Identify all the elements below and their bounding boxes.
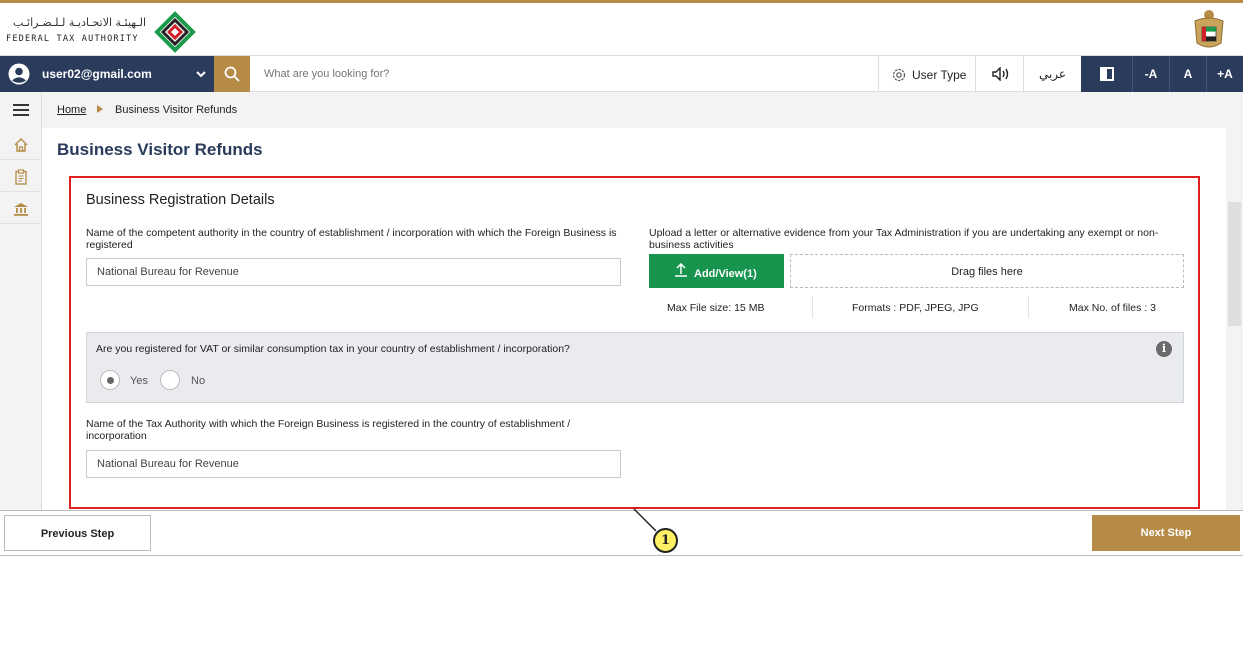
logo-english-text: FEDERAL TAX AUTHORITY bbox=[6, 34, 139, 44]
user-type-button[interactable]: User Type bbox=[878, 56, 975, 92]
font-reset-button[interactable]: A bbox=[1169, 56, 1206, 92]
user-email: user02@gmail.com bbox=[42, 67, 152, 81]
user-menu[interactable]: user02@gmail.com bbox=[0, 56, 214, 92]
rail-item-home[interactable] bbox=[0, 130, 42, 160]
vat-yes-radio[interactable] bbox=[100, 370, 120, 390]
fta-logo-icon bbox=[154, 11, 196, 53]
next-step-button[interactable]: Next Step bbox=[1092, 515, 1240, 551]
speaker-icon bbox=[992, 67, 1009, 81]
vat-question: Are you registered for VAT or similar co… bbox=[96, 343, 570, 355]
authority-label: Name of the competent authority in the c… bbox=[86, 227, 617, 251]
clipboard-icon bbox=[15, 169, 27, 185]
gear-icon bbox=[892, 68, 906, 82]
breadcrumb: Home Business Visitor Refunds bbox=[42, 92, 1243, 128]
contrast-toggle[interactable] bbox=[1081, 56, 1132, 92]
home-icon bbox=[14, 138, 28, 152]
hamburger-icon bbox=[13, 104, 29, 116]
info-icon[interactable]: i bbox=[1156, 341, 1172, 357]
upload-icon bbox=[675, 263, 687, 277]
font-decrease-button[interactable]: -A bbox=[1132, 56, 1169, 92]
authority-field[interactable]: National Bureau for Revenue bbox=[86, 258, 621, 286]
breadcrumb-current: Business Visitor Refunds bbox=[115, 104, 238, 116]
user-type-label: User Type bbox=[912, 68, 967, 82]
page-title: Business Visitor Refunds bbox=[57, 140, 263, 159]
file-formats: Formats : PDF, JPEG, JPG bbox=[852, 302, 979, 314]
bank-icon bbox=[14, 203, 28, 216]
previous-step-button[interactable]: Previous Step bbox=[4, 515, 151, 551]
left-rail bbox=[0, 92, 42, 510]
vat-no-label[interactable]: No bbox=[191, 375, 205, 387]
uae-emblem-icon bbox=[1189, 7, 1229, 55]
add-view-label: Add/View(1) bbox=[694, 268, 757, 280]
scrollbar-thumb[interactable] bbox=[1228, 202, 1241, 326]
fta-logo[interactable]: الـهيئـة الاتحـاديـة لـلـضـرائـب FEDERAL… bbox=[6, 9, 206, 53]
text-to-speech-button[interactable] bbox=[975, 56, 1023, 92]
upload-label: Upload a letter or alternative evidence … bbox=[649, 227, 1159, 251]
divider bbox=[1028, 296, 1029, 318]
logo-arabic-text: الـهيئـة الاتحـاديـة لـلـضـرائـب bbox=[12, 16, 146, 29]
language-toggle[interactable]: عربي bbox=[1023, 56, 1081, 92]
top-header: الـهيئـة الاتحـاديـة لـلـضـرائـب FEDERAL… bbox=[0, 0, 1243, 56]
rail-item-clipboard[interactable] bbox=[0, 162, 42, 192]
tax-authority-label: Name of the Tax Authority with which the… bbox=[86, 418, 571, 442]
navbar: user02@gmail.com User Type bbox=[0, 56, 1243, 92]
user-avatar-icon bbox=[8, 63, 30, 85]
chevron-down-icon[interactable] bbox=[195, 68, 207, 80]
menu-toggle[interactable] bbox=[0, 92, 42, 128]
vat-yes-label[interactable]: Yes bbox=[130, 375, 148, 387]
search-icon bbox=[224, 66, 240, 82]
font-increase-button[interactable]: +A bbox=[1206, 56, 1243, 92]
callout-badge: 1 bbox=[653, 528, 678, 553]
rail-item-bank[interactable] bbox=[0, 194, 42, 224]
page: الـهيئـة الاتحـاديـة لـلـضـرائـب FEDERAL… bbox=[0, 0, 1243, 648]
breadcrumb-home-link[interactable]: Home bbox=[57, 104, 86, 116]
divider bbox=[812, 296, 813, 318]
section-title: Business Registration Details bbox=[86, 192, 275, 208]
search-button[interactable] bbox=[214, 56, 250, 92]
vat-question-panel: Are you registered for VAT or similar co… bbox=[86, 332, 1184, 403]
add-view-button[interactable]: Add/View(1) bbox=[649, 254, 784, 288]
footer-bar: Previous Step Next Step bbox=[0, 510, 1243, 556]
max-files: Max No. of files : 3 bbox=[1069, 302, 1156, 314]
scrollbar[interactable] bbox=[1226, 128, 1243, 510]
file-dropzone[interactable]: Drag files here bbox=[790, 254, 1184, 288]
vat-no-radio[interactable] bbox=[160, 370, 180, 390]
breadcrumb-arrow-icon bbox=[97, 105, 103, 113]
max-file-size: Max File size: 15 MB bbox=[667, 302, 765, 314]
tax-authority-field[interactable]: National Bureau for Revenue bbox=[86, 450, 621, 478]
contrast-icon bbox=[1100, 67, 1114, 81]
search-input[interactable] bbox=[256, 60, 856, 88]
